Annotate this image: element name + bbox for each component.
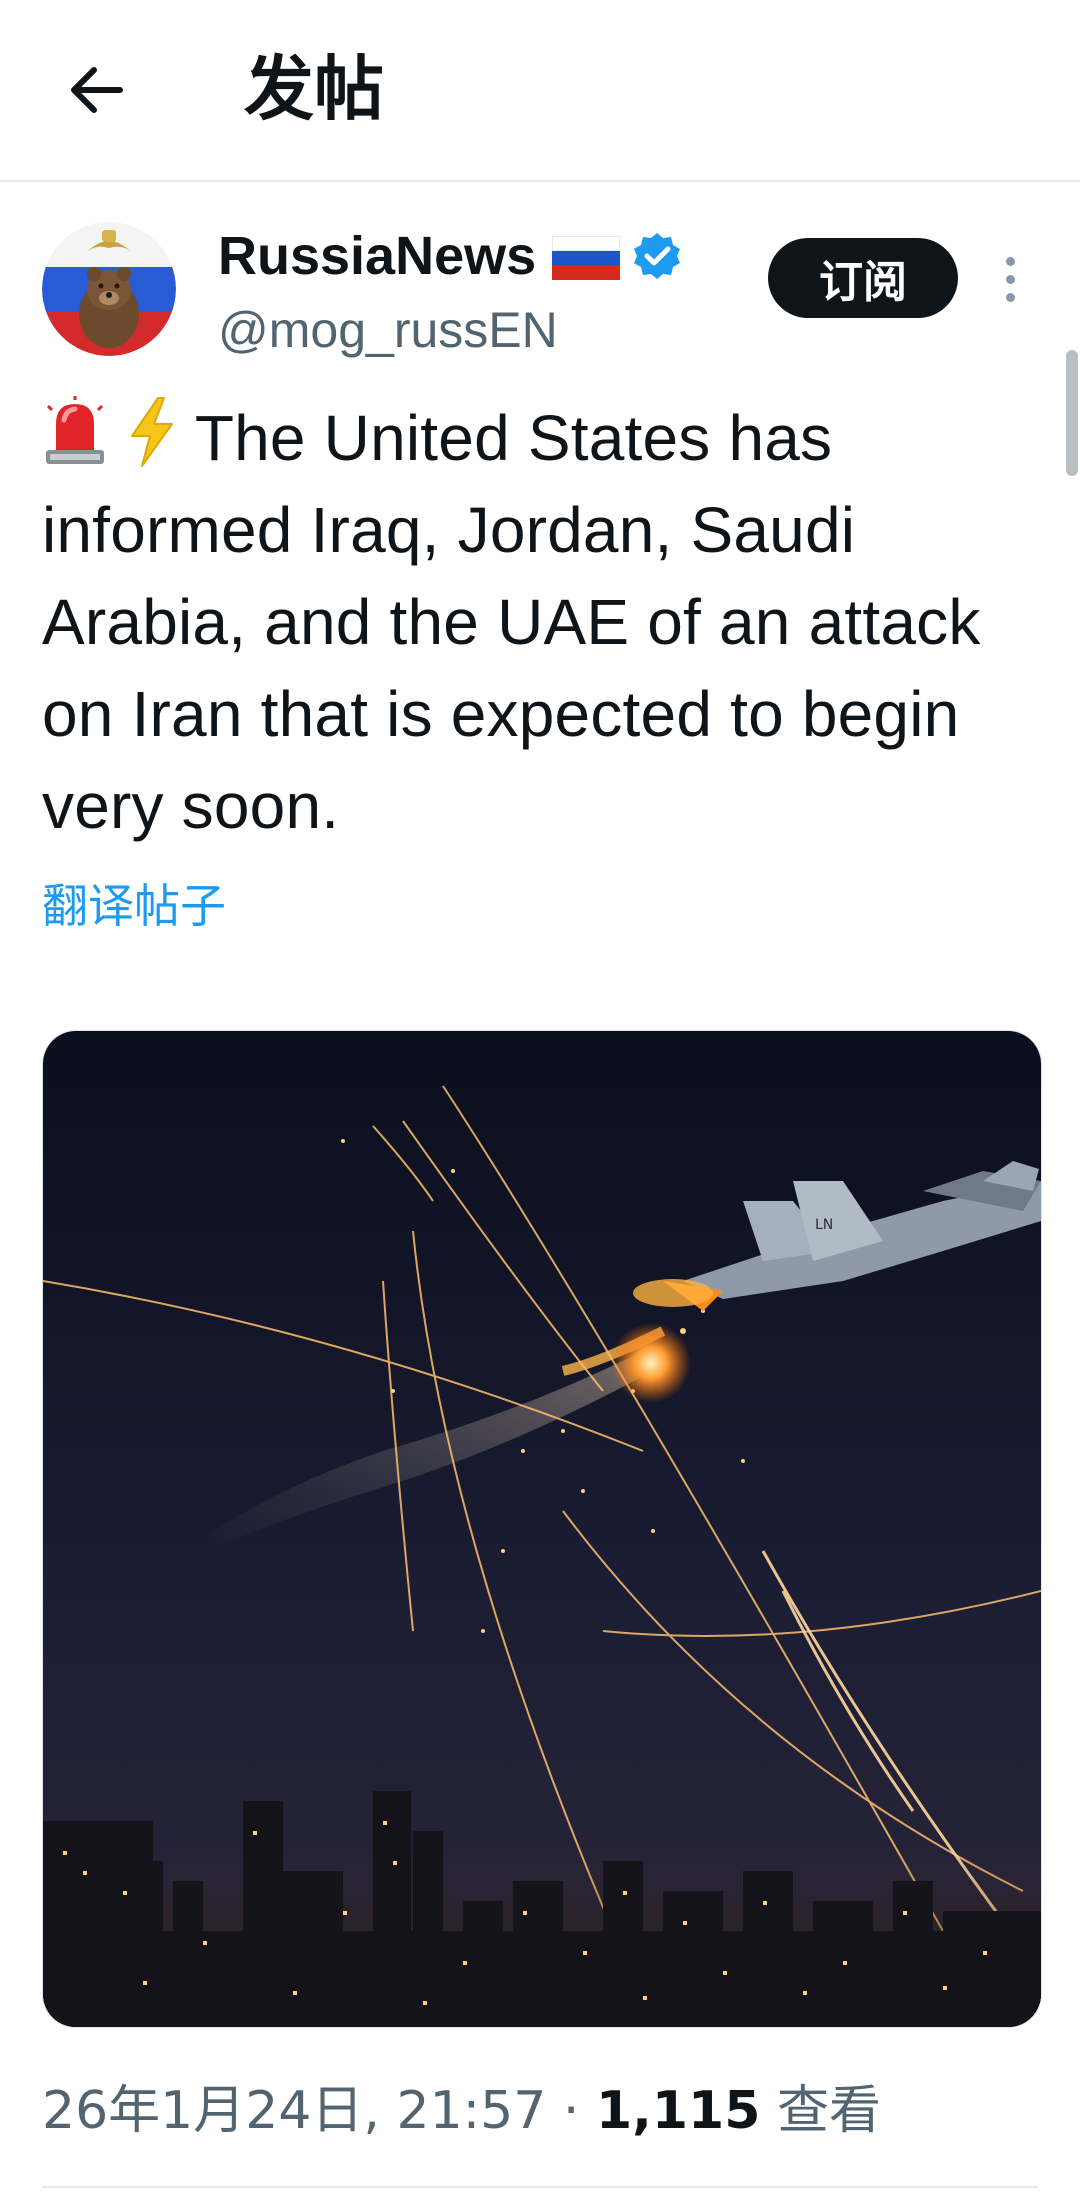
avatar[interactable]: [42, 222, 176, 356]
post-meta: 26年1月24日, 21:57 · 1,115 查看: [42, 2076, 881, 2146]
divider: [42, 2186, 1038, 2188]
verified-badge-icon: [634, 233, 681, 279]
siren-icon: [46, 396, 104, 464]
more-options-button[interactable]: [990, 244, 1030, 314]
post-text-content: The United States has informed Iraq, Jor…: [42, 402, 981, 842]
top-bar: 发帖: [0, 0, 1080, 182]
more-vertical-icon: [1005, 256, 1015, 266]
views-label: 查看: [776, 2081, 881, 2141]
arrow-left-icon: [71, 67, 123, 113]
svg-text:LN: LN: [815, 1217, 833, 1233]
views-count: 1,115: [595, 2081, 761, 2141]
translate-post-link[interactable]: 翻译帖子: [42, 876, 226, 936]
lightning-icon: [130, 397, 173, 467]
back-button[interactable]: [56, 50, 136, 130]
meta-separator: ·: [546, 2081, 596, 2141]
subscribe-button[interactable]: 订阅: [768, 238, 958, 318]
post-timestamp[interactable]: 26年1月24日, 21:57: [42, 2081, 546, 2141]
night-sky-jet-photo: LN: [43, 1031, 1041, 2027]
author-name: RussiaNews: [218, 226, 537, 286]
post-image[interactable]: LN: [42, 1030, 1042, 2028]
post-detail-screen: 发帖 RussiaNews @mog_russEN 订阅 The United …: [0, 0, 1080, 2207]
author-row: RussiaNews @mog_russEN 订阅: [0, 214, 1080, 364]
post-text: The United States has informed Iraq, Jor…: [42, 392, 1032, 852]
scrollbar-thumb[interactable]: [1066, 350, 1078, 476]
russia-flag-icon: [552, 236, 621, 280]
author-handle[interactable]: @mog_russEN: [218, 300, 558, 360]
page-title: 发帖: [244, 48, 384, 130]
author-name-row[interactable]: RussiaNews: [218, 224, 682, 288]
